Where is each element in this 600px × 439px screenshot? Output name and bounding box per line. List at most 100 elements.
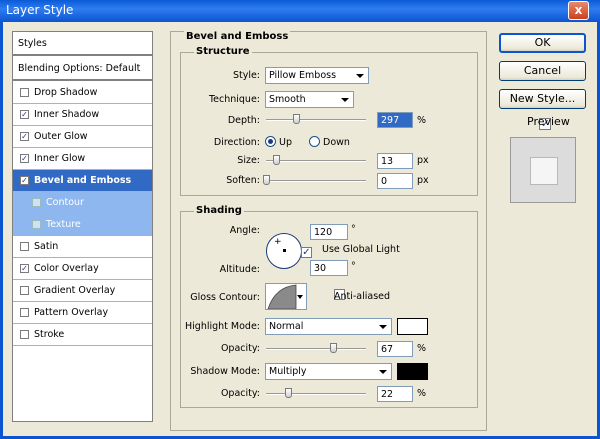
style-item-label: Outer Glow [34, 131, 88, 142]
style-item-label: Stroke [34, 329, 65, 340]
chevron-down-icon [379, 370, 387, 374]
style-item-contour[interactable]: Contour [13, 192, 152, 214]
highlight-mode-label: Highlight Mode: [185, 321, 260, 332]
chevron-down-icon [341, 98, 349, 102]
styles-list: Styles Blending Options: Default Drop Sh… [12, 31, 153, 422]
shadow-opacity-input[interactable]: 22 [377, 386, 413, 402]
style-item-inner-shadow[interactable]: ✓ Inner Shadow [13, 104, 152, 126]
window-title: Layer Style [6, 3, 74, 17]
style-item-checkbox[interactable] [20, 88, 29, 97]
styles-header-label: Styles [18, 37, 47, 49]
technique-label: Technique: [208, 94, 260, 105]
size-slider-thumb[interactable] [273, 155, 280, 165]
new-style-button[interactable]: New Style... [499, 89, 586, 109]
angle-wheel[interactable]: + [266, 233, 302, 269]
contour-curve-icon [267, 284, 297, 309]
highlight-opacity-thumb[interactable] [330, 343, 337, 353]
style-item-checkbox[interactable] [20, 286, 29, 295]
style-item-drop-shadow[interactable]: Drop Shadow [13, 82, 152, 104]
style-item-label: Color Overlay [34, 263, 99, 274]
style-item-checkbox[interactable] [32, 220, 41, 229]
style-item-checkbox[interactable]: ✓ [20, 176, 29, 185]
style-item-bevel-and-emboss[interactable]: ✓ Bevel and Emboss [13, 170, 152, 192]
style-item-color-overlay[interactable]: ✓ Color Overlay [13, 258, 152, 280]
soften-slider-thumb[interactable] [263, 175, 270, 185]
shadow-opacity-track[interactable] [266, 393, 366, 395]
global-light-checkbox[interactable]: ✓ [301, 247, 312, 258]
styles-header[interactable]: Styles [13, 32, 152, 56]
highlight-mode-select[interactable]: Normal [265, 318, 392, 335]
soften-label: Soften: [226, 175, 260, 186]
style-item-gradient-overlay[interactable]: Gradient Overlay [13, 280, 152, 302]
style-item-checkbox[interactable] [20, 330, 29, 339]
style-item-checkbox[interactable] [20, 242, 29, 251]
preview-swatch [530, 157, 558, 185]
style-item-checkbox[interactable]: ✓ [20, 154, 29, 163]
size-label: Size: [237, 155, 260, 166]
angle-input[interactable]: 120 [310, 224, 348, 240]
highlight-color-swatch[interactable] [397, 318, 428, 335]
depth-slider-track[interactable] [266, 119, 366, 121]
preview-label: Preview [527, 115, 570, 128]
style-item-checkbox[interactable]: ✓ [20, 132, 29, 141]
anti-aliased-label: Anti-aliased [334, 291, 391, 302]
style-item-stroke[interactable]: Stroke [13, 324, 152, 346]
soften-slider-track[interactable] [266, 180, 366, 182]
shadow-mode-value: Multiply [269, 366, 307, 377]
shadow-opacity-label: Opacity: [220, 388, 260, 399]
highlight-opacity-unit: % [417, 343, 427, 354]
shadow-mode-label: Shadow Mode: [190, 366, 260, 377]
highlight-opacity-input[interactable]: 67 [377, 341, 413, 357]
style-select[interactable]: Pillow Emboss [265, 67, 369, 84]
shadow-opacity-unit: % [417, 388, 427, 399]
blending-options[interactable]: Blending Options: Default [13, 57, 152, 81]
style-item-label: Pattern Overlay [34, 307, 109, 318]
bevel-title: Bevel and Emboss [184, 31, 291, 42]
style-item-outer-glow[interactable]: ✓ Outer Glow [13, 126, 152, 148]
size-slider-track[interactable] [266, 160, 366, 162]
style-item-checkbox[interactable]: ✓ [20, 264, 29, 273]
depth-input[interactable]: 297 [377, 112, 413, 128]
close-button[interactable]: x [568, 1, 589, 20]
cancel-button[interactable]: Cancel [499, 61, 586, 81]
crosshair-icon: + [274, 237, 282, 247]
style-item-checkbox[interactable] [32, 198, 41, 207]
angle-center-dot [283, 249, 286, 252]
depth-slider-thumb[interactable] [293, 114, 300, 124]
direction-down-radio[interactable] [309, 136, 320, 147]
style-item-satin[interactable]: Satin [13, 236, 152, 258]
style-item-texture[interactable]: Texture [13, 214, 152, 236]
size-unit: px [417, 155, 429, 166]
technique-select[interactable]: Smooth [265, 91, 354, 108]
size-input[interactable]: 13 [377, 153, 413, 169]
altitude-label: Altitude: [219, 264, 260, 275]
style-item-label: Drop Shadow [34, 87, 98, 98]
style-item-inner-glow[interactable]: ✓ Inner Glow [13, 148, 152, 170]
chevron-down-icon [297, 295, 303, 299]
highlight-mode-value: Normal [269, 321, 304, 332]
direction-down-label: Down [323, 137, 350, 148]
soften-input[interactable]: 0 [377, 173, 413, 189]
shadow-mode-select[interactable]: Multiply [265, 363, 392, 380]
style-select-value: Pillow Emboss [269, 70, 337, 81]
blending-options-label: Blending Options: Default [18, 62, 141, 74]
soften-unit: px [417, 175, 429, 186]
direction-up-label: Up [279, 137, 292, 148]
direction-up-radio[interactable] [265, 136, 276, 147]
style-label: Style: [232, 70, 260, 81]
highlight-opacity-track[interactable] [266, 348, 366, 350]
style-item-label: Texture [46, 219, 81, 230]
shadow-color-swatch[interactable] [397, 363, 428, 380]
shadow-opacity-thumb[interactable] [285, 388, 292, 398]
chevron-down-icon [379, 325, 387, 329]
technique-select-value: Smooth [269, 94, 306, 105]
style-item-checkbox[interactable]: ✓ [20, 110, 29, 119]
depth-unit: % [417, 115, 427, 126]
altitude-input[interactable]: 30 [310, 260, 348, 276]
ok-button[interactable]: OK [499, 33, 586, 53]
gloss-contour-label: Gloss Contour: [190, 292, 260, 303]
gloss-contour-picker[interactable] [265, 283, 307, 310]
style-item-pattern-overlay[interactable]: Pattern Overlay [13, 302, 152, 324]
style-item-checkbox[interactable] [20, 308, 29, 317]
highlight-opacity-label: Opacity: [220, 343, 260, 354]
